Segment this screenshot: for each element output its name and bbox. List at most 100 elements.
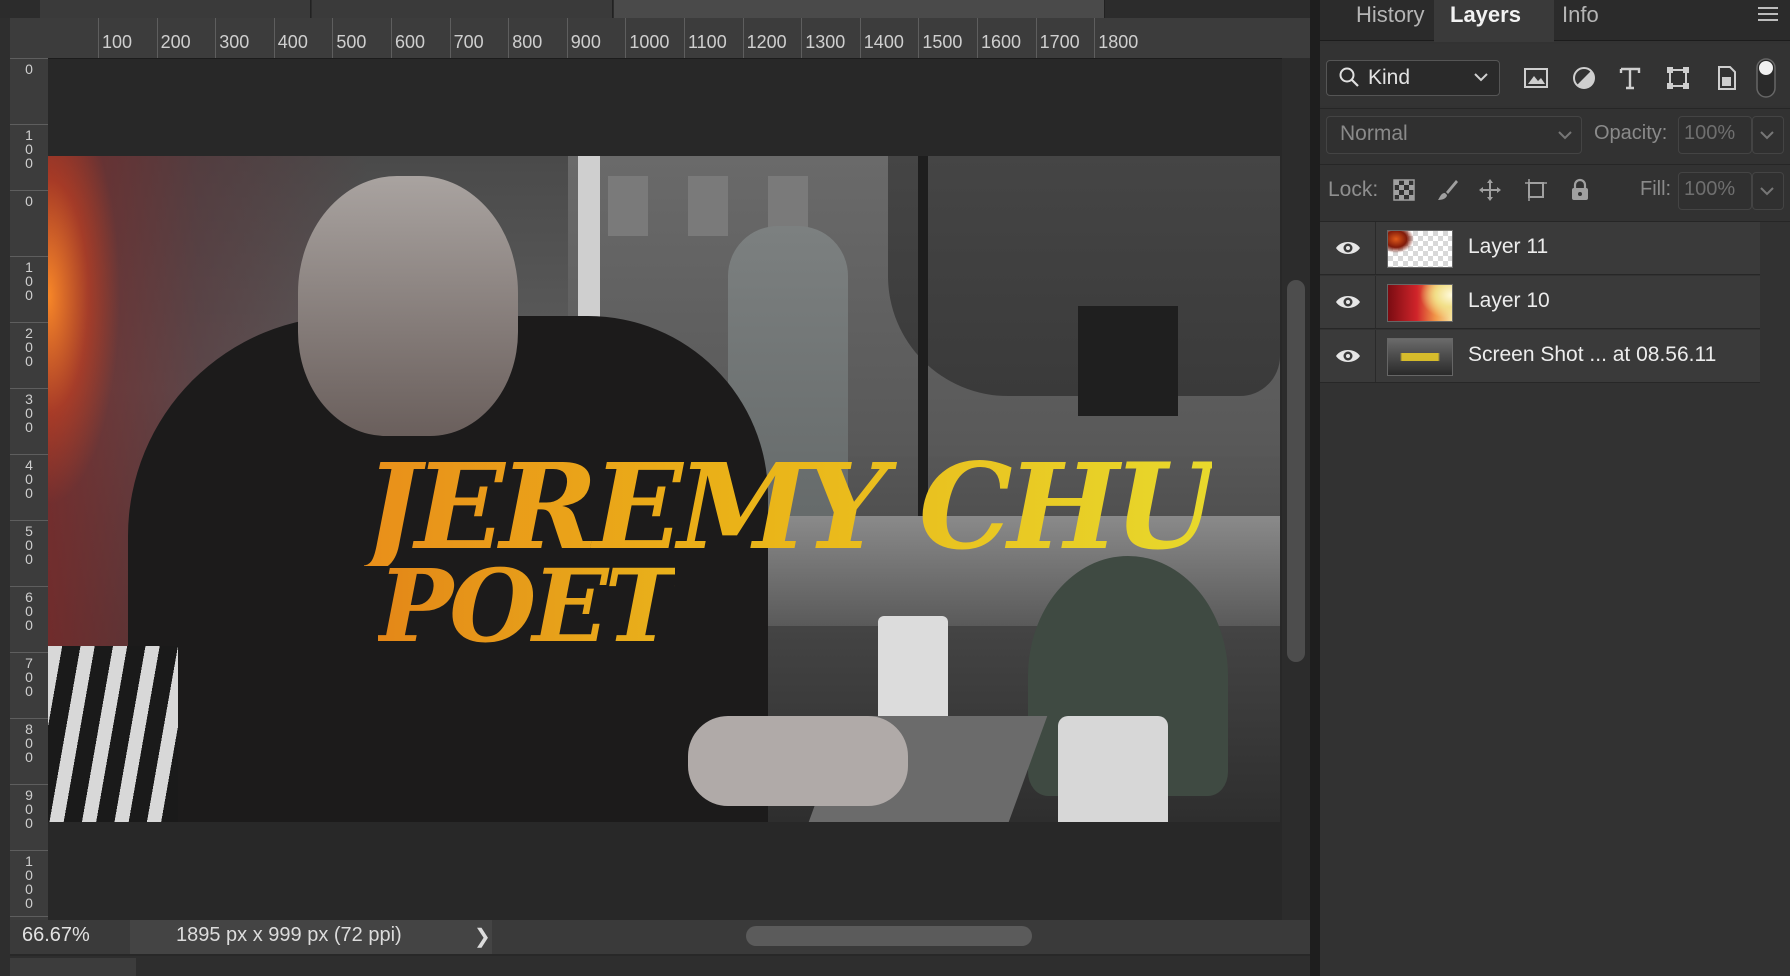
ruler-tick [273, 18, 275, 58]
ruler-label: 1800 [1098, 32, 1139, 52]
lock-all-icon[interactable] [1568, 178, 1592, 202]
layer-name[interactable]: Layer 11 [1468, 235, 1548, 259]
person-head [298, 176, 518, 436]
ruler-label: 400 [25, 457, 33, 501]
layer-thumbnail[interactable] [1387, 230, 1453, 268]
ruler-tick [332, 18, 334, 58]
shape-layer-filter-icon[interactable] [1664, 64, 1692, 92]
visibility-eye-icon[interactable] [1334, 344, 1362, 368]
lock-image-pixels-brush-icon[interactable] [1436, 178, 1460, 202]
ruler-tick [801, 18, 803, 58]
chevron-down-icon [1558, 131, 1572, 140]
ruler-label: 300 [25, 391, 33, 435]
zoom-level[interactable]: 66.67% [22, 924, 90, 947]
panel-menu-icon[interactable] [1758, 6, 1778, 22]
ruler-tick [10, 850, 48, 851]
visibility-eye-icon[interactable] [1334, 236, 1362, 260]
ruler-tick [10, 256, 48, 257]
ruler-label: 800 [512, 32, 543, 52]
vase [1058, 716, 1168, 822]
lock-transparent-pixels-icon[interactable] [1392, 178, 1416, 202]
bottom-bar [0, 956, 1312, 976]
ruler-label: 1200 [746, 32, 787, 52]
ruler-tick [391, 18, 392, 58]
ruler-tick [508, 18, 510, 58]
filter-toggle-icon[interactable] [1756, 58, 1776, 98]
document-tab-active[interactable] [614, 0, 1105, 18]
ruler-label: 1700 [1039, 32, 1080, 52]
search-icon [1339, 67, 1359, 87]
ruler-tick [1035, 18, 1037, 58]
tab-info[interactable]: Info [1556, 0, 1642, 42]
layer-row[interactable]: Screen Shot ... at 08.56.11 [1320, 330, 1760, 383]
smart-object-filter-icon[interactable] [1712, 64, 1740, 92]
panel-divider[interactable] [1310, 0, 1320, 976]
bottom-tab[interactable] [10, 958, 136, 976]
lock-artboard-icon[interactable] [1524, 178, 1548, 202]
ruler-label: 700 [25, 655, 33, 699]
ruler-tick [859, 18, 861, 58]
layers-list-empty-area [1320, 390, 1760, 976]
toolbar-edge [0, 18, 10, 958]
ruler-tick [10, 520, 48, 521]
ruler-label: 1000 [629, 32, 670, 52]
lock-position-move-icon[interactable] [1478, 178, 1502, 202]
ruler-tick [10, 58, 48, 59]
ruler-label: 0 [25, 61, 33, 77]
ruler-tick [1094, 18, 1096, 58]
ruler-label: 100 [25, 259, 33, 303]
document-tab[interactable] [40, 0, 311, 18]
visibility-eye-icon[interactable] [1334, 290, 1362, 314]
ruler-tick [10, 916, 48, 917]
ruler-tick [98, 18, 99, 58]
document-canvas[interactable]: JEREMY CHU POET [48, 156, 1280, 822]
window-shape [608, 176, 648, 236]
ruler-tick [10, 784, 48, 785]
ruler-tick [918, 18, 920, 58]
document-tab[interactable] [312, 0, 613, 18]
chair-stripes [48, 646, 178, 822]
kind-filter-label: Kind [1368, 66, 1411, 89]
layer-row[interactable]: Layer 11 [1320, 222, 1760, 275]
headline-title: POET [378, 547, 679, 665]
type-layer-filter-icon[interactable] [1616, 64, 1644, 92]
ruler-label: 500 [336, 32, 367, 52]
layer-name[interactable]: Screen Shot ... at 08.56.11 [1468, 343, 1716, 367]
tab-layers[interactable]: Layers [1434, 0, 1554, 42]
pixel-layer-filter-icon[interactable] [1522, 64, 1550, 92]
ruler-tick [10, 124, 48, 125]
ruler-tick [449, 18, 451, 58]
layer-name[interactable]: Layer 10 [1468, 289, 1550, 313]
doc-info-text: 1895 px x 999 px (72 ppi) [176, 924, 402, 946]
opacity-value: 100% [1684, 122, 1736, 144]
coffee-cup [878, 616, 948, 726]
ruler-label: 1000 [25, 853, 33, 911]
adjustment-layer-filter-icon[interactable] [1570, 64, 1598, 92]
horizontal-ruler: 100 200 300 400 500 600 700 800 900 1000 1100 1200 1… [10, 18, 1312, 59]
ruler-tick [215, 18, 217, 58]
ruler-label: 1600 [981, 32, 1022, 52]
layer-thumbnail[interactable] [1387, 338, 1453, 376]
ruler-label: 500 [25, 523, 33, 567]
row-divider [1375, 330, 1376, 382]
ruler-label: 600 [395, 32, 426, 52]
ruler-tick [566, 18, 568, 58]
vertical-ruler: 01000100200300400500600700800900100011 [10, 58, 49, 948]
ruler-tick [977, 18, 978, 58]
panel-tab-bar: History Layers Info [1320, 0, 1790, 42]
status-menu-arrow-icon[interactable]: ❯ [474, 924, 491, 949]
ruler-tick [625, 18, 627, 58]
ruler-label: 400 [277, 32, 308, 52]
vertical-scroll-thumb[interactable] [1287, 280, 1305, 662]
ruler-tick [10, 322, 48, 323]
layer-row[interactable]: Layer 10 [1320, 276, 1760, 329]
ruler-tick [10, 454, 48, 455]
chevron-down-icon [1760, 187, 1774, 196]
ruler-label: 900 [570, 32, 601, 52]
ruler-label: 200 [25, 325, 33, 369]
layer-thumbnail[interactable] [1387, 284, 1453, 322]
ruler-tick [10, 718, 48, 719]
row-divider [1375, 222, 1376, 274]
ruler-label: 1400 [863, 32, 904, 52]
horizontal-scroll-thumb[interactable] [746, 926, 1032, 946]
